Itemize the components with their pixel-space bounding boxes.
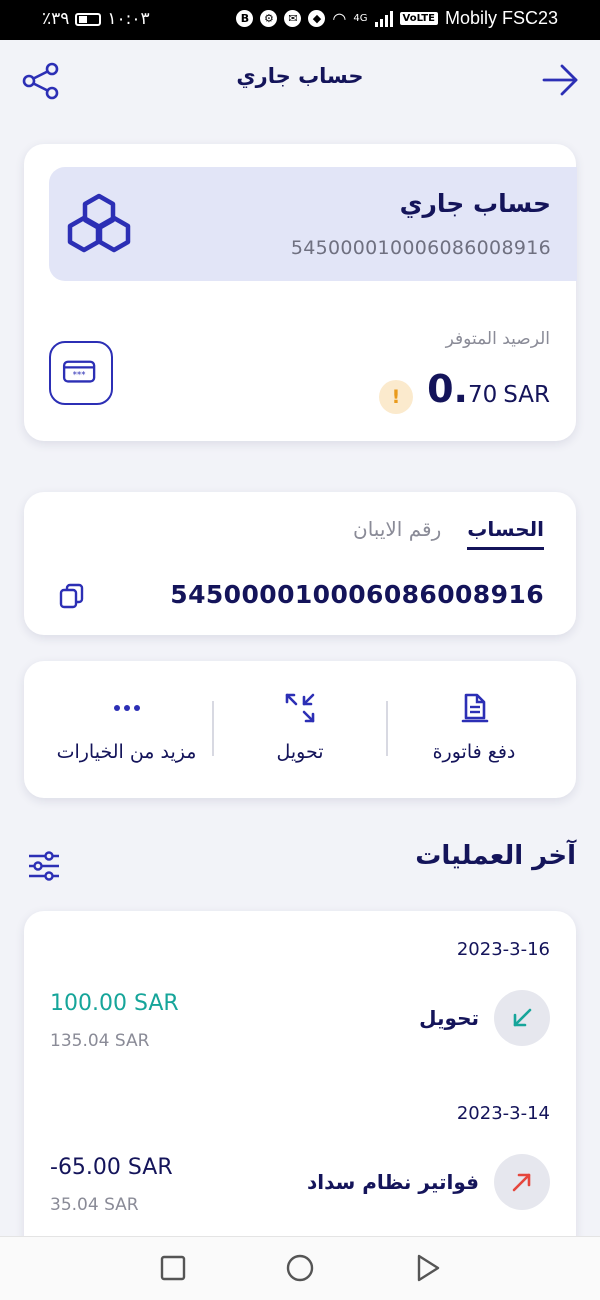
- available-balance: 0. 70 SAR: [427, 367, 550, 411]
- wifi-icon: ◠: [332, 9, 347, 28]
- transaction-balance-after: 35.04 SAR: [50, 1195, 139, 1215]
- bill-icon: [461, 693, 489, 723]
- balance-integer: 0.: [427, 367, 468, 411]
- status-left: ١٠:٠٣ ٣٩٪: [42, 9, 150, 29]
- status-right: B ⚙ ✉ ◆ ◠ 4G VoLTE Mobily FSC23: [236, 8, 558, 29]
- transaction-date: 2023-3-14: [456, 1103, 550, 1124]
- svg-text:***: ***: [73, 370, 86, 380]
- app-header: حساب جاري: [0, 40, 600, 120]
- volte-badge: VoLTE: [399, 12, 438, 25]
- account-number: 545000010006086008916: [290, 237, 551, 259]
- back-triangle-icon[interactable]: [412, 1253, 442, 1283]
- credit-card-icon: ***: [62, 360, 96, 383]
- system-nav-bar: [0, 1236, 600, 1300]
- transaction-name[interactable]: فواتير نظام سداد: [307, 1170, 479, 1194]
- transfer-icon: [285, 693, 315, 723]
- account-name: حساب جاري: [399, 189, 551, 218]
- divider: [386, 701, 388, 756]
- outgoing-arrow-icon: [512, 1173, 531, 1192]
- quick-actions: دفع فاتورة تحويل مزيد من الخيارات: [24, 661, 576, 798]
- balance-label: الرصيد المتوفر: [445, 329, 550, 349]
- account-tabs: الحساب رقم الايبان: [353, 517, 544, 550]
- transfer-label: تحويل: [276, 741, 324, 763]
- card-button[interactable]: ***: [49, 341, 113, 405]
- filter-icon[interactable]: [27, 849, 61, 883]
- iban-card: الحساب رقم الايبان 545000010006086008916: [24, 492, 576, 635]
- recent-apps-icon[interactable]: [158, 1253, 188, 1283]
- transaction-direction: [494, 1154, 550, 1210]
- clock: ١٠:٠٣: [107, 9, 150, 29]
- tab-iban[interactable]: رقم الايبان: [353, 517, 441, 550]
- battery-level: ٣٩٪: [42, 9, 70, 29]
- app-notification-icon: ◆: [308, 10, 326, 27]
- status-bar: ١٠:٠٣ ٣٩٪ B ⚙ ✉ ◆ ◠ 4G VoLTE Mobily FSC2…: [0, 0, 600, 40]
- carrier-name: Mobily FSC23: [444, 8, 558, 28]
- recent-transactions-title: آخر العمليات: [415, 841, 576, 871]
- transaction-amount: -65.00 SAR: [50, 1155, 173, 1180]
- bank-logo-icon: [67, 193, 131, 253]
- settings-notification-icon: ⚙: [260, 10, 278, 27]
- account-number-value: 545000010006086008916: [170, 580, 544, 609]
- transaction-direction: [494, 990, 550, 1046]
- transaction-balance-after: 135.04 SAR: [50, 1031, 150, 1051]
- signal-icon: [374, 10, 393, 27]
- transaction-amount: 100.00 SAR: [50, 991, 179, 1016]
- more-options-label: مزيد من الخيارات: [56, 741, 197, 763]
- more-icon: [113, 705, 140, 711]
- messenger-icon: ✉: [284, 10, 302, 27]
- balance-currency: SAR: [503, 382, 550, 408]
- network-type: 4G: [353, 13, 368, 24]
- more-options-button[interactable]: مزيد من الخيارات: [39, 661, 214, 798]
- warning-icon[interactable]: !: [379, 380, 413, 414]
- tab-account[interactable]: الحساب: [467, 517, 544, 550]
- incoming-arrow-icon: [513, 1008, 532, 1027]
- transaction-name[interactable]: تحويل: [419, 1006, 479, 1030]
- b-notification-icon: B: [236, 10, 254, 27]
- copy-icon[interactable]: [58, 582, 86, 610]
- balance-decimal: 70: [467, 382, 498, 408]
- page-title: حساب جاري: [236, 64, 364, 88]
- battery-icon: [75, 12, 102, 26]
- home-icon[interactable]: [285, 1253, 315, 1283]
- transfer-button[interactable]: تحويل: [214, 661, 386, 798]
- transaction-date: 2023-3-16: [456, 939, 550, 960]
- account-card: حساب جاري 545000010006086008916 الرصيد ا…: [24, 144, 577, 441]
- pay-bill-button[interactable]: دفع فاتورة: [389, 661, 559, 798]
- back-arrow-icon[interactable]: [540, 60, 580, 100]
- pay-bill-label: دفع فاتورة: [432, 741, 516, 763]
